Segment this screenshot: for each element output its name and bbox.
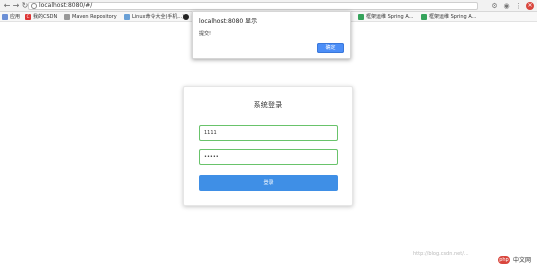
apps-icon [2, 14, 8, 20]
login-card: 系统登录 1111 ••••• 登录 [183, 86, 353, 206]
php-badge-text: 中文网 [512, 257, 531, 264]
password-field[interactable]: ••••• [199, 149, 338, 165]
bookmark-spring-2[interactable]: 框架运维 Spring A... [421, 13, 476, 21]
php-logo-icon: php [497, 255, 510, 264]
bookmark-label: Linux命令大全(手机...) [132, 14, 185, 20]
username-value: 1111 [204, 130, 217, 136]
info-icon [31, 3, 37, 9]
alert-dialog: localhost:8080 显示 提交! 确定 [192, 11, 351, 59]
csdn-icon: C [25, 14, 31, 20]
login-button[interactable]: 登录 [199, 175, 338, 191]
bookmark-label: 应用 [10, 14, 21, 20]
profile-icon[interactable]: ◉ [502, 2, 511, 11]
linux-icon [124, 14, 130, 20]
login-title: 系统登录 [253, 101, 283, 109]
browser-window: ← → ↻ localhost:8080/#/ ⚙ ◉ ⋮ ✕ 应用 C 我的C… [0, 0, 537, 268]
menu-icon[interactable]: ⋮ [514, 2, 523, 11]
bookmark-csdn[interactable]: C 我的CSDN [25, 13, 57, 21]
address-url[interactable]: localhost:8080/#/ [39, 2, 92, 10]
bookmark-label: 框架运维 Spring A... [429, 14, 477, 20]
bookmark-spring-1[interactable]: 框架运维 Spring A... [358, 13, 413, 21]
bookmark-maven[interactable]: Maven Repository [64, 13, 117, 21]
bookmark-label: 框架运维 Spring A... [366, 14, 414, 20]
password-value: ••••• [204, 154, 219, 160]
toolbar-actions: ⚙ ◉ ⋮ ✕ [490, 1, 534, 11]
maven-icon [64, 14, 70, 20]
extensions-icon[interactable]: ⚙ [490, 2, 499, 11]
watermark-text: http://blog.csdn.net/... [413, 251, 469, 257]
github-icon [183, 14, 189, 20]
bookmark-icon [358, 14, 364, 20]
bookmark-label: 我的CSDN [33, 14, 58, 20]
alert-title: localhost:8080 显示 [199, 18, 258, 25]
bookmark-label: Maven Repository [72, 14, 117, 20]
bookmark-apps[interactable]: 应用 [2, 13, 20, 21]
bookmark-github[interactable] [183, 13, 191, 21]
close-icon[interactable]: ✕ [526, 2, 534, 10]
alert-ok-button[interactable]: 确定 [317, 43, 344, 53]
bookmark-icon [421, 14, 427, 20]
address-bar[interactable]: localhost:8080/#/ [28, 2, 478, 10]
bookmark-linux[interactable]: Linux命令大全(手机...) [124, 13, 184, 21]
php-cn-badge: php 中文网 [495, 254, 533, 265]
alert-message: 提交! [199, 31, 212, 37]
username-field[interactable]: 1111 [199, 125, 338, 141]
